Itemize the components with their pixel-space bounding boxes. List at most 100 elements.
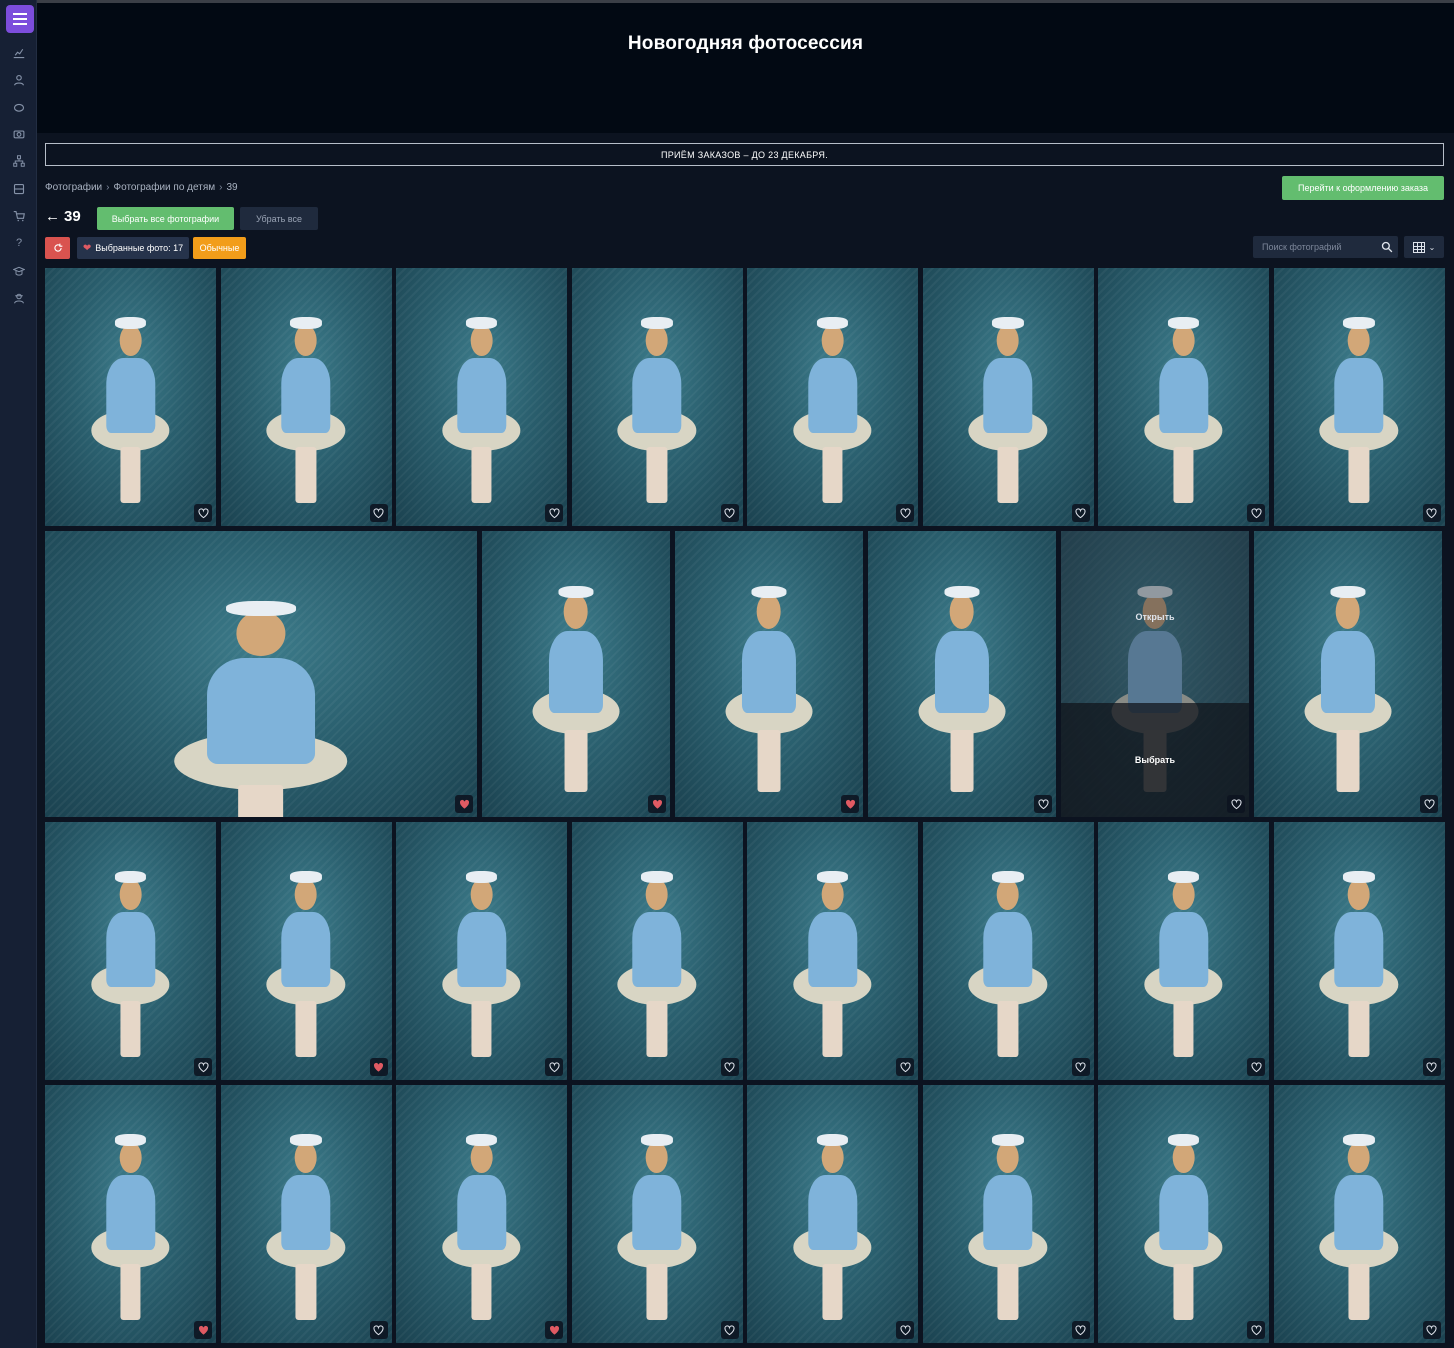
search-icon[interactable] — [1381, 241, 1393, 253]
child-figure — [174, 600, 348, 817]
chevron-right-icon: › — [106, 182, 110, 193]
help-icon[interactable]: ? — [10, 234, 28, 252]
photo-thumbnail[interactable] — [45, 822, 216, 1080]
regular-filter-button[interactable]: Обычные — [193, 237, 246, 259]
photo-thumbnail[interactable] — [1254, 531, 1442, 817]
heart-outline-icon[interactable] — [1422, 504, 1441, 522]
heart-outline-icon[interactable] — [720, 1321, 739, 1339]
heart-outline-icon[interactable] — [194, 1058, 212, 1076]
open-photo-button[interactable]: Открыть — [1061, 531, 1249, 703]
photo-thumbnail[interactable] — [45, 268, 216, 526]
select-photo-button[interactable]: Выбрать — [1061, 702, 1249, 817]
photo-thumbnail[interactable] — [220, 268, 392, 526]
chart-icon[interactable] — [10, 44, 28, 62]
photo-thumbnail[interactable] — [922, 1085, 1094, 1343]
camera-icon[interactable] — [10, 125, 28, 143]
favorites-filter-button[interactable]: ❤ Выбранные фото: 17 — [77, 237, 189, 259]
photo-thumbnail[interactable] — [45, 531, 477, 817]
photo-thumbnail[interactable] — [396, 268, 567, 526]
photo-thumbnail[interactable] — [396, 822, 567, 1080]
photo-thumbnail[interactable] — [868, 531, 1056, 817]
breadcrumb-photos[interactable]: Фотографии — [45, 182, 102, 193]
user-secret-icon[interactable] — [10, 289, 28, 307]
hierarchy-icon[interactable] — [10, 152, 28, 170]
photo-thumbnail[interactable] — [1098, 268, 1269, 526]
photo-thumbnail[interactable] — [482, 531, 670, 817]
photo-thumbnail[interactable] — [396, 1085, 567, 1343]
child-figure — [793, 871, 872, 1065]
heart-outline-icon[interactable] — [194, 504, 212, 522]
photo-thumbnail[interactable] — [571, 822, 743, 1080]
photo-thumbnail[interactable] — [747, 1085, 918, 1343]
people-icon[interactable] — [10, 71, 28, 89]
photo-thumbnail[interactable] — [747, 268, 918, 526]
heart-filled-icon[interactable] — [841, 795, 859, 813]
heart-icon: ❤ — [82, 242, 92, 254]
breadcrumb: Фотографии › Фотографии по детям › 39 — [45, 182, 238, 193]
heart-filled-icon[interactable] — [545, 1321, 563, 1339]
child-figure — [617, 871, 697, 1065]
heart-filled-icon[interactable] — [194, 1321, 212, 1339]
grid-icon — [1412, 241, 1425, 253]
photo-thumbnail[interactable]: Открыть Выбрать — [1061, 531, 1249, 817]
heart-outline-icon[interactable] — [1071, 1321, 1090, 1339]
refresh-icon[interactable] — [45, 237, 70, 259]
favorites-count-label: Выбранные фото: 17 — [95, 243, 184, 253]
photo-thumbnail[interactable] — [1273, 822, 1445, 1080]
heart-outline-icon[interactable] — [369, 1321, 388, 1339]
photo-thumbnail[interactable] — [220, 1085, 392, 1343]
child-figure — [442, 871, 521, 1065]
photo-thumbnail[interactable] — [747, 822, 918, 1080]
graduation-icon[interactable] — [10, 262, 28, 280]
heart-outline-icon[interactable] — [896, 1321, 914, 1339]
heart-outline-icon[interactable] — [720, 1058, 739, 1076]
clear-all-button[interactable]: Убрать все — [240, 207, 318, 230]
heart-outline-icon[interactable] — [1034, 795, 1052, 813]
search-input[interactable] — [1253, 236, 1373, 258]
heart-outline-icon[interactable] — [1247, 1321, 1265, 1339]
photo-thumbnail[interactable] — [1273, 1085, 1445, 1343]
child-figure — [1144, 871, 1223, 1065]
piggy-bank-icon[interactable] — [10, 98, 28, 116]
view-mode-dropdown[interactable]: ⌄ — [1404, 236, 1444, 258]
photo-thumbnail[interactable] — [922, 822, 1094, 1080]
breadcrumb-photos-by-children[interactable]: Фотографии по детям — [114, 182, 216, 193]
heart-outline-icon[interactable] — [1071, 504, 1090, 522]
heart-outline-icon[interactable] — [1420, 795, 1438, 813]
photo-thumbnail[interactable] — [675, 531, 863, 817]
storage-icon[interactable] — [10, 180, 28, 198]
photo-thumbnail[interactable] — [571, 268, 743, 526]
heart-outline-icon[interactable] — [369, 504, 388, 522]
heart-filled-icon[interactable] — [369, 1058, 388, 1076]
photo-thumbnail[interactable] — [922, 268, 1094, 526]
photo-thumbnail[interactable] — [1098, 1085, 1269, 1343]
photo-thumbnail[interactable] — [1098, 822, 1269, 1080]
heart-outline-icon[interactable] — [896, 1058, 914, 1076]
child-figure — [793, 317, 872, 511]
heart-outline-icon[interactable] — [1247, 504, 1265, 522]
heart-outline-icon[interactable] — [1071, 1058, 1090, 1076]
checkout-button[interactable]: Перейти к оформлению заказа — [1282, 176, 1444, 200]
breadcrumb-current: 39 — [226, 182, 238, 193]
photo-thumbnail[interactable] — [571, 1085, 743, 1343]
child-figure — [617, 317, 697, 511]
photo-thumbnail[interactable] — [1273, 268, 1445, 526]
heart-outline-icon[interactable] — [545, 504, 563, 522]
heart-outline-icon[interactable] — [1247, 1058, 1265, 1076]
select-all-button[interactable]: Выбрать все фотографии — [97, 207, 234, 230]
heart-outline-icon[interactable] — [896, 504, 914, 522]
heart-outline-icon[interactable] — [1227, 795, 1245, 813]
photo-thumbnail[interactable] — [220, 822, 392, 1080]
child-figure — [1319, 317, 1399, 511]
heart-outline-icon[interactable] — [1422, 1321, 1441, 1339]
child-figure — [968, 317, 1048, 511]
heart-outline-icon[interactable] — [720, 504, 739, 522]
heart-outline-icon[interactable] — [545, 1058, 563, 1076]
heart-filled-icon[interactable] — [648, 795, 666, 813]
heart-outline-icon[interactable] — [1422, 1058, 1441, 1076]
photo-thumbnail[interactable] — [45, 1085, 216, 1343]
cart-icon[interactable] — [10, 207, 28, 225]
menu-icon[interactable] — [6, 5, 34, 33]
heart-filled-icon[interactable] — [455, 795, 473, 813]
back-arrow-icon[interactable]: ← — [45, 208, 61, 225]
